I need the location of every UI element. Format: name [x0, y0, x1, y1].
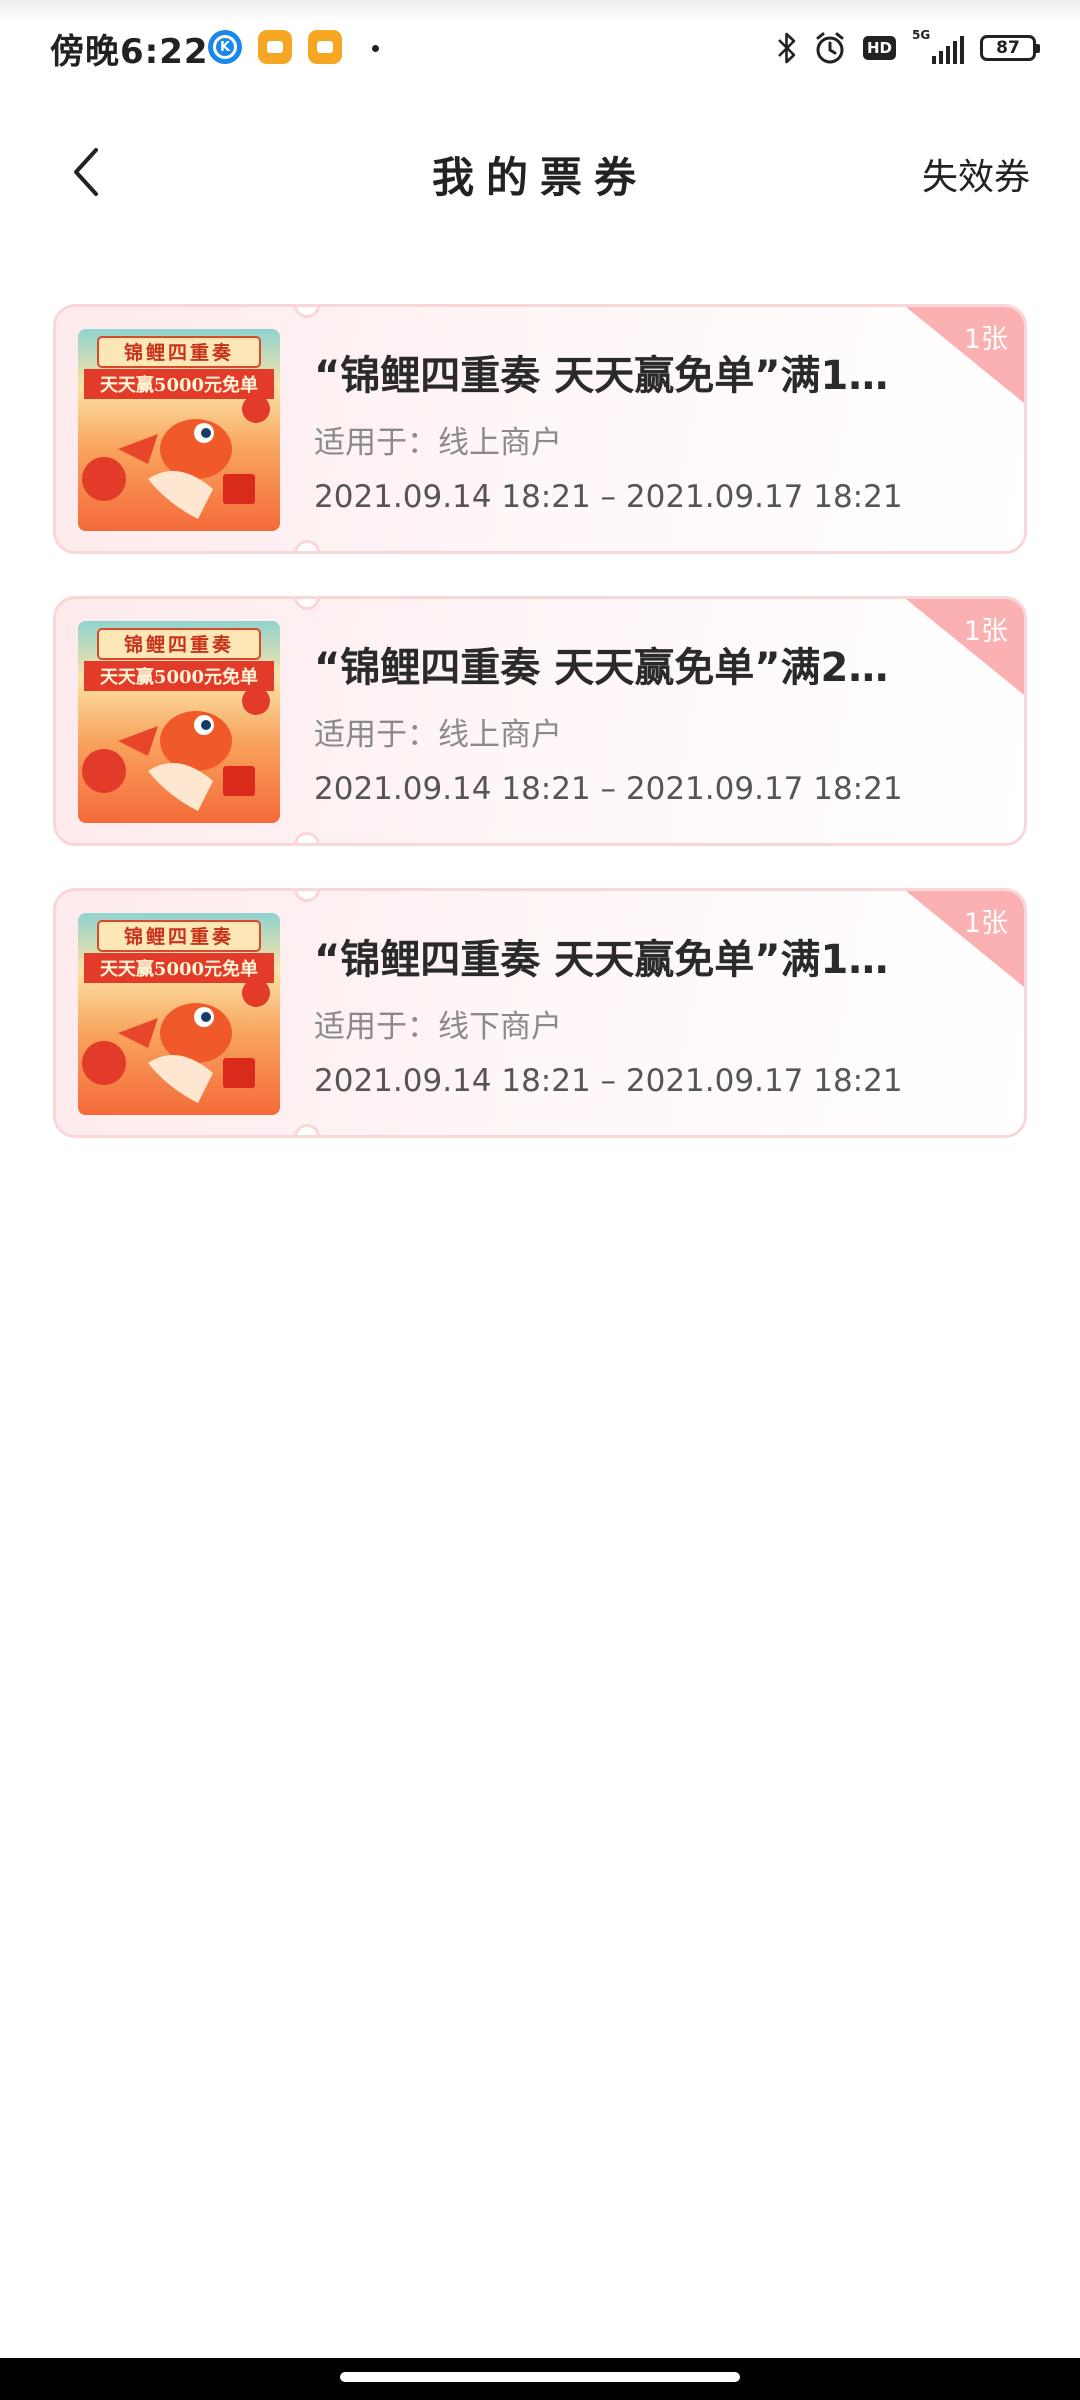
system-nav-bar [0, 2358, 1080, 2400]
k-app-icon: K [208, 30, 242, 64]
coupon-page: 傍晚6:22 K HD 5G 87 我的票券 失效券 锦鲤四重奏 天天赢5000… [0, 0, 1080, 2400]
coupon-title: “锦鲤四重奏 天天赢免单”满20... [314, 645, 914, 691]
ticket-notch [294, 1124, 320, 1135]
coupon-title: “锦鲤四重奏 天天赢免单”满10... [314, 353, 914, 399]
coupon-scope: 适用于：线下商户 [314, 1009, 562, 1045]
coupon-scope: 适用于：线上商户 [314, 717, 562, 753]
coupon-image-line2: 天天赢5000元免单 [99, 375, 259, 396]
coupon-title: “锦鲤四重奏 天天赢免单”满10... [314, 937, 914, 983]
coupon-scope: 适用于：线上商户 [314, 425, 562, 461]
coupon-validity: 2021.09.14 18:21 – 2021.09.17 18:21 [314, 771, 903, 807]
k-app-letter: K [213, 35, 237, 59]
status-icons: HD 5G 87 [777, 26, 1040, 70]
expired-coupons-link[interactable]: 失效券 [922, 148, 1030, 200]
hd-icon: HD [862, 36, 896, 60]
header: 我的票券 失效券 [0, 120, 1080, 224]
coupon-image-line1: 锦鲤四重奏 [123, 634, 234, 656]
alarm-icon [816, 32, 844, 64]
home-indicator[interactable] [340, 2372, 740, 2382]
coupon-image-line2: 天天赢5000元免单 [99, 667, 259, 688]
battery-icon: 87 [980, 35, 1040, 61]
coupon-card[interactable]: 锦鲤四重奏 天天赢5000元免单 “锦鲤四重奏 天天赢免单”满20... 适用于… [53, 596, 1027, 846]
coupon-image: 锦鲤四重奏 天天赢5000元免单 [78, 913, 280, 1115]
page-title: 我的票券 [431, 153, 648, 202]
ticket-notch [294, 891, 320, 902]
coupon-image-line1: 锦鲤四重奏 [123, 342, 234, 364]
status-bar: 傍晚6:22 K HD 5G 87 [0, 0, 1080, 96]
coupon-image-line2: 天天赢5000元免单 [99, 959, 259, 980]
quantity-badge: 1张 [906, 891, 1024, 987]
status-time: 傍晚6:22 [50, 32, 209, 72]
quantity-badge: 1张 [906, 307, 1024, 403]
coupon-card[interactable]: 锦鲤四重奏 天天赢5000元免单 “锦鲤四重奏 天天赢免单”满10... 适用于… [53, 888, 1027, 1138]
ticket-notch [294, 540, 320, 551]
coupon-image: 锦鲤四重奏 天天赢5000元免单 [78, 621, 280, 823]
quantity-label: 1张 [963, 908, 1008, 939]
message-icon [308, 30, 342, 64]
notification-dot-icon [372, 45, 379, 52]
coupon-card[interactable]: 锦鲤四重奏 天天赢5000元免单 “锦鲤四重奏 天天赢免单”满10... 适用于… [53, 304, 1027, 554]
quantity-label: 1张 [963, 324, 1008, 355]
ticket-notch [294, 599, 320, 610]
quantity-badge: 1张 [906, 599, 1024, 695]
coupon-validity: 2021.09.14 18:21 – 2021.09.17 18:21 [314, 1063, 903, 1099]
network-type: 5G [912, 28, 931, 42]
message-icon [258, 30, 292, 64]
coupon-validity: 2021.09.14 18:21 – 2021.09.17 18:21 [314, 479, 903, 515]
signal-icon: 5G [912, 28, 964, 66]
ticket-notch [294, 307, 320, 318]
coupon-list: 锦鲤四重奏 天天赢5000元免单 “锦鲤四重奏 天天赢免单”满10... 适用于… [53, 304, 1027, 1180]
quantity-label: 1张 [963, 616, 1008, 647]
ticket-notch [294, 832, 320, 843]
battery-level: 87 [996, 38, 1020, 58]
bluetooth-icon [778, 32, 796, 64]
coupon-image-line1: 锦鲤四重奏 [123, 926, 234, 948]
coupon-image: 锦鲤四重奏 天天赢5000元免单 [78, 329, 280, 531]
